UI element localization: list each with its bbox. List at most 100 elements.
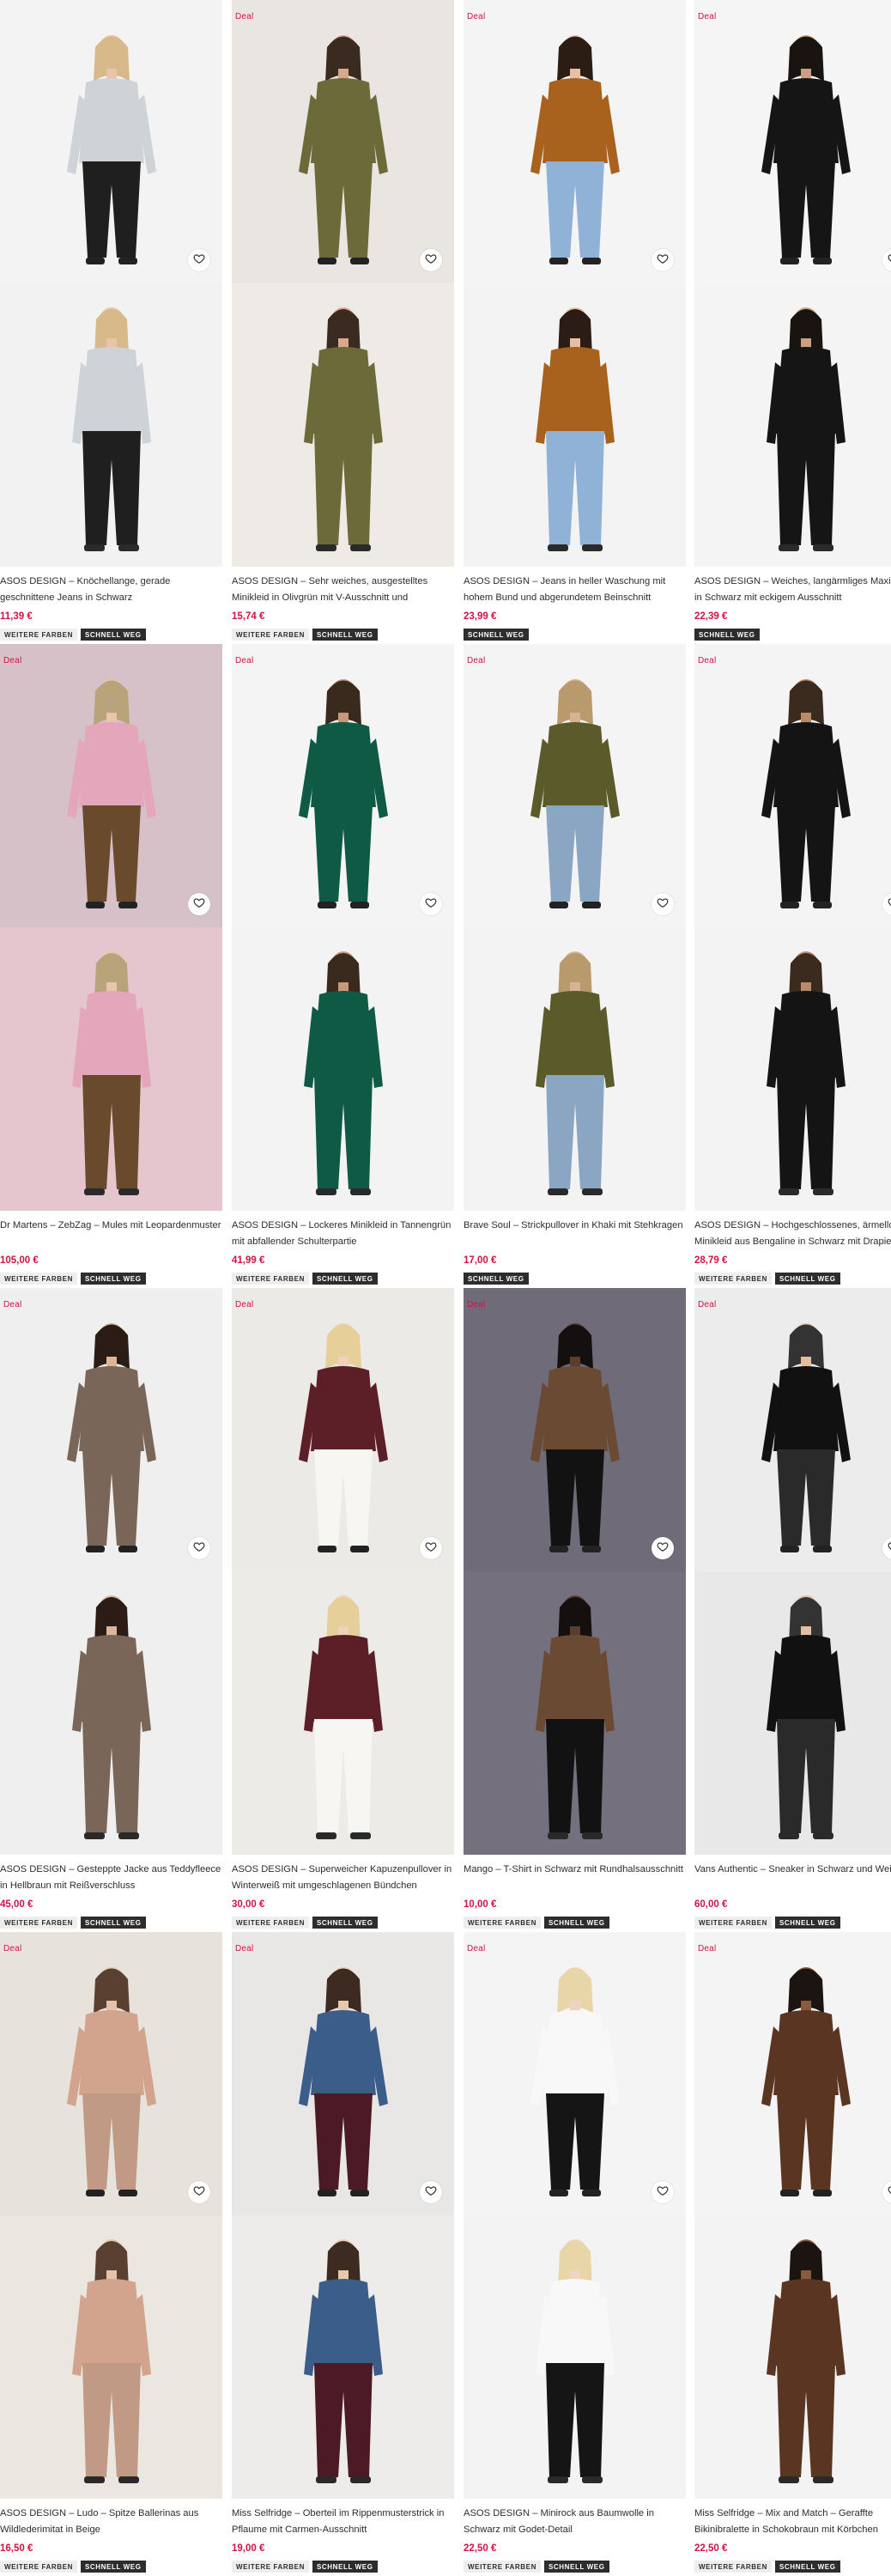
product-card[interactable]: Deal Vans Authentic – Sneaker in Schwarz… xyxy=(694,1288,891,1932)
product-image-secondary[interactable] xyxy=(232,1571,454,1855)
product-title[interactable]: ASOS DESIGN – Minirock aus Baumwolle in … xyxy=(464,2506,686,2538)
product-title[interactable]: Brave Soul – Strickpullover in Khaki mit… xyxy=(464,1218,686,1250)
product-price: 10,00 € xyxy=(464,1899,497,1910)
product-title[interactable]: ASOS DESIGN – Superweicher Kapuzenpullov… xyxy=(232,1862,454,1894)
product-image-secondary[interactable] xyxy=(694,927,891,1211)
product-title[interactable]: Miss Selfridge – Oberteil im Rippenmuste… xyxy=(232,2506,454,2538)
product-image-secondary[interactable] xyxy=(0,2215,222,2499)
quick-ship-tag: SCHNELL WEG xyxy=(464,629,529,641)
product-image-secondary[interactable] xyxy=(0,283,222,567)
product-title[interactable]: ASOS DESIGN – Sehr weiches, ausgestellte… xyxy=(232,574,454,606)
product-price: 16,50 € xyxy=(0,2543,33,2554)
quick-ship-tag: SCHNELL WEG xyxy=(694,629,760,641)
product-card[interactable]: Deal ASOS DESIGN – Ludo – Spitze Balleri… xyxy=(0,1932,222,2576)
more-colors-tag: WEITERE FARBEN xyxy=(0,629,77,641)
deal-badge: Deal xyxy=(698,1300,717,1309)
product-image-secondary[interactable] xyxy=(694,2215,891,2499)
product-title[interactable]: ASOS DESIGN – Ludo – Spitze Ballerinas a… xyxy=(0,2506,222,2538)
save-for-later-button[interactable] xyxy=(652,2181,674,2203)
save-for-later-button[interactable] xyxy=(652,1537,674,1559)
save-for-later-button[interactable] xyxy=(420,2181,442,2203)
save-for-later-button[interactable] xyxy=(420,893,442,915)
product-image-secondary[interactable] xyxy=(464,927,686,1211)
product-card[interactable]: Deal ASOS DESIGN – Weiches, langärmliges… xyxy=(694,0,891,644)
product-image-secondary[interactable] xyxy=(694,1571,891,1855)
product-image-primary[interactable]: Deal xyxy=(232,1288,454,1571)
more-colors-tag: WEITERE FARBEN xyxy=(694,2561,772,2573)
product-card[interactable]: Deal Miss Selfridge – Oberteil im Rippen… xyxy=(232,1932,454,2576)
save-for-later-button[interactable] xyxy=(420,249,442,271)
heart-icon xyxy=(657,1540,669,1557)
product-image-primary[interactable]: Deal xyxy=(694,0,891,283)
product-card[interactable]: Deal ASOS DESIGN – Sehr weiches, ausgest… xyxy=(232,0,454,644)
product-card[interactable]: Deal ASOS DESIGN – Gesteppte Jacke aus T… xyxy=(0,1288,222,1932)
product-image-secondary[interactable] xyxy=(464,1571,686,1855)
product-image-secondary[interactable] xyxy=(694,283,891,567)
product-image-primary[interactable]: Deal xyxy=(464,644,686,927)
product-title[interactable]: ASOS DESIGN – Gesteppte Jacke aus Teddyf… xyxy=(0,1862,222,1894)
heart-icon xyxy=(425,252,437,269)
product-price: 15,74 € xyxy=(232,611,265,622)
product-tags: WEITERE FARBEN SCHNELL WEG xyxy=(464,2561,609,2573)
product-image-primary[interactable]: Deal xyxy=(694,644,891,927)
product-title[interactable]: ASOS DESIGN – Hochgeschlossenes, ärmello… xyxy=(694,1218,891,1250)
product-image-secondary[interactable] xyxy=(232,2215,454,2499)
product-image-primary[interactable]: Deal xyxy=(694,1932,891,2215)
product-title[interactable]: ASOS DESIGN – Lockeres Minikleid in Tann… xyxy=(232,1218,454,1250)
product-image-secondary[interactable] xyxy=(464,2215,686,2499)
product-card[interactable]: Deal ASOS DESIGN – Minirock aus Baumwoll… xyxy=(464,1932,686,2576)
save-for-later-button[interactable] xyxy=(188,893,210,915)
product-card[interactable]: Deal ASOS DESIGN – Lockeres Minikleid in… xyxy=(232,644,454,1288)
product-title[interactable]: Vans Authentic – Sneaker in Schwarz und … xyxy=(694,1862,891,1894)
deal-badge: Deal xyxy=(235,1944,254,1953)
save-for-later-button[interactable] xyxy=(420,1537,442,1559)
deal-badge: Deal xyxy=(698,1944,717,1953)
product-card[interactable]: ASOS DESIGN – Knöchellange, gerade gesch… xyxy=(0,0,222,644)
product-title[interactable]: ASOS DESIGN – Knöchellange, gerade gesch… xyxy=(0,574,222,606)
product-title[interactable]: ASOS DESIGN – Weiches, langärmliges Maxi… xyxy=(694,574,891,606)
deal-badge: Deal xyxy=(235,1300,254,1309)
heart-icon xyxy=(888,252,891,269)
product-image-primary[interactable]: Deal xyxy=(232,0,454,283)
product-card[interactable]: Deal Brave Soul – Strickpullover in Khak… xyxy=(464,644,686,1288)
product-image-primary[interactable]: Deal xyxy=(232,1932,454,2215)
product-card[interactable]: Deal Miss Selfridge – Mix and Match – Ge… xyxy=(694,1932,891,2576)
deal-badge: Deal xyxy=(3,1944,22,1953)
product-image-secondary[interactable] xyxy=(232,283,454,567)
more-colors-tag: WEITERE FARBEN xyxy=(464,1917,541,1929)
product-image-secondary[interactable] xyxy=(0,1571,222,1855)
product-image-primary[interactable] xyxy=(0,0,222,283)
heart-icon xyxy=(425,896,437,913)
heart-icon xyxy=(657,2184,669,2201)
save-for-later-button[interactable] xyxy=(652,249,674,271)
product-card[interactable]: Deal ASOS DESIGN – Jeans in heller Wasch… xyxy=(464,0,686,644)
save-for-later-button[interactable] xyxy=(652,893,674,915)
quick-ship-tag: SCHNELL WEG xyxy=(312,1273,378,1285)
heart-icon xyxy=(193,896,205,913)
product-card[interactable]: Deal ASOS DESIGN – Hochgeschlossenes, är… xyxy=(694,644,891,1288)
product-image-primary[interactable]: Deal xyxy=(0,1932,222,2215)
product-title[interactable]: ASOS DESIGN – Jeans in heller Waschung m… xyxy=(464,574,686,606)
product-image-primary[interactable]: Deal xyxy=(232,644,454,927)
save-for-later-button[interactable] xyxy=(188,2181,210,2203)
product-image-secondary[interactable] xyxy=(464,283,686,567)
product-price: 105,00 € xyxy=(0,1255,39,1266)
save-for-later-button[interactable] xyxy=(188,1537,210,1559)
product-title[interactable]: Dr Martens – ZebZag – Mules mit Leoparde… xyxy=(0,1218,222,1250)
product-image-primary[interactable]: Deal xyxy=(464,1288,686,1571)
product-card[interactable]: Deal Dr Martens – ZebZag – Mules mit Leo… xyxy=(0,644,222,1288)
product-card[interactable]: Deal Mango – T-Shirt in Schwarz mit Rund… xyxy=(464,1288,686,1932)
product-image-primary[interactable]: Deal xyxy=(694,1288,891,1571)
product-image-primary[interactable]: Deal xyxy=(464,0,686,283)
product-image-primary[interactable]: Deal xyxy=(464,1932,686,2215)
product-price: 30,00 € xyxy=(232,1899,265,1910)
product-card[interactable]: Deal ASOS DESIGN – Superweicher Kapuzenp… xyxy=(232,1288,454,1932)
more-colors-tag: WEITERE FARBEN xyxy=(232,2561,309,2573)
product-image-primary[interactable]: Deal xyxy=(0,1288,222,1571)
product-image-secondary[interactable] xyxy=(232,927,454,1211)
save-for-later-button[interactable] xyxy=(188,249,210,271)
product-title[interactable]: Miss Selfridge – Mix and Match – Gerafft… xyxy=(694,2506,891,2538)
product-image-primary[interactable]: Deal xyxy=(0,644,222,927)
product-image-secondary[interactable] xyxy=(0,927,222,1211)
product-title[interactable]: Mango – T-Shirt in Schwarz mit Rundhalsa… xyxy=(464,1862,686,1894)
